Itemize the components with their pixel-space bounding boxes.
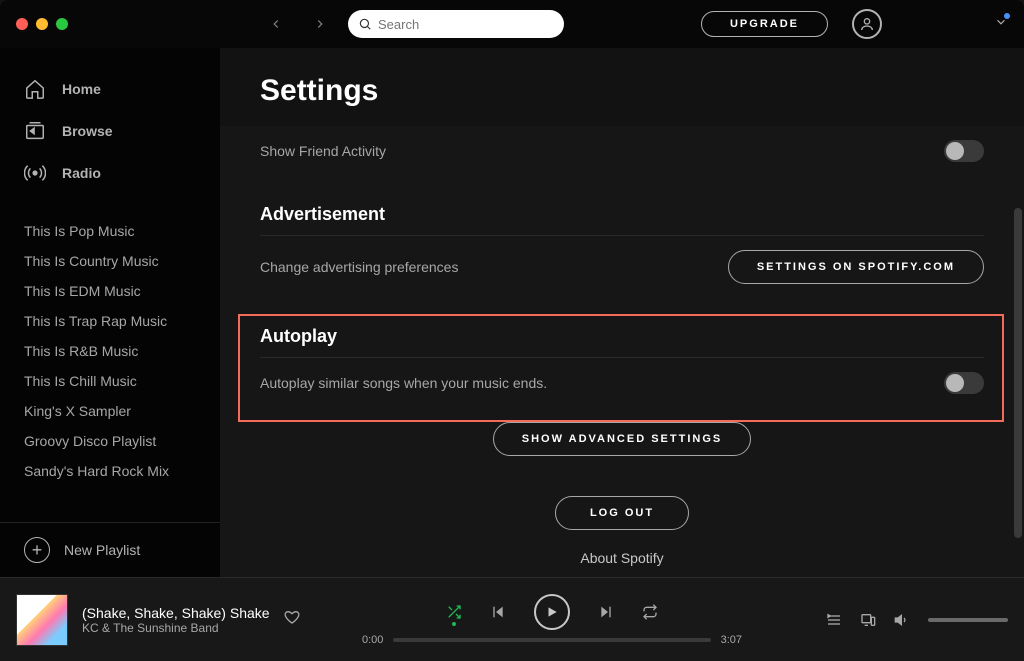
radio-icon <box>24 162 46 184</box>
devices-button[interactable] <box>860 612 876 628</box>
ad-settings-button[interactable]: SETTINGS ON SPOTIFY.COM <box>728 250 984 284</box>
next-button[interactable] <box>598 604 614 620</box>
home-icon <box>24 78 46 100</box>
progress-bar[interactable] <box>393 638 710 642</box>
user-icon <box>859 16 875 32</box>
page-title: Settings <box>220 48 1024 126</box>
queue-button[interactable] <box>826 612 842 628</box>
friend-activity-toggle[interactable] <box>944 140 984 162</box>
app-window: UPGRADE Home Browse Radio <box>0 0 1024 661</box>
queue-icon <box>826 612 842 628</box>
duration-time: 3:07 <box>721 634 742 646</box>
search-icon <box>358 17 372 31</box>
sidebar: Home Browse Radio This Is Pop Music This… <box>0 48 220 577</box>
window-minimize-button[interactable] <box>36 18 48 30</box>
back-button[interactable] <box>260 8 292 40</box>
advertisement-desc: Change advertising preferences <box>260 259 458 275</box>
forward-button[interactable] <box>304 8 336 40</box>
playlist-item[interactable]: King's X Sampler <box>24 396 196 426</box>
album-artwork[interactable] <box>16 594 68 646</box>
window-maximize-button[interactable] <box>56 18 68 30</box>
search-input[interactable] <box>378 17 554 32</box>
profile-button[interactable] <box>852 9 882 39</box>
autoplay-toggle[interactable] <box>944 372 984 394</box>
like-button[interactable] <box>284 609 300 630</box>
volume-button[interactable] <box>894 612 910 628</box>
upgrade-button[interactable]: UPGRADE <box>701 11 828 37</box>
main-content: Settings Show Friend Activity Advertisem… <box>220 48 1024 577</box>
right-controls <box>788 612 1008 628</box>
repeat-button[interactable] <box>642 604 658 620</box>
content-row: Home Browse Radio This Is Pop Music This… <box>0 48 1024 577</box>
playlist-item[interactable]: This Is R&B Music <box>24 336 196 366</box>
sidebar-label: Home <box>62 81 101 97</box>
new-playlist-label: New Playlist <box>64 542 140 558</box>
activity-button[interactable] <box>994 15 1008 34</box>
track-title[interactable]: (Shake, Shake, Shake) Shake <box>82 605 270 621</box>
new-playlist-button[interactable]: + New Playlist <box>0 523 220 577</box>
player-bar: (Shake, Shake, Shake) Shake KC & The Sun… <box>0 577 1024 661</box>
browse-icon <box>24 120 46 142</box>
playlist-item[interactable]: This Is Country Music <box>24 246 196 276</box>
advertisement-heading: Advertisement <box>260 176 984 236</box>
autoplay-heading: Autoplay <box>260 298 984 358</box>
play-icon <box>545 605 559 619</box>
playlist-item[interactable]: Sandy's Hard Rock Mix <box>24 456 196 486</box>
playlist-item[interactable]: This Is Chill Music <box>24 366 196 396</box>
playlist-list: This Is Pop Music This Is Country Music … <box>0 216 220 516</box>
shuffle-button[interactable] <box>446 604 462 620</box>
sidebar-label: Radio <box>62 165 101 181</box>
top-bar: UPGRADE <box>0 0 1024 48</box>
plus-icon: + <box>24 537 50 563</box>
playlist-item[interactable]: This Is Pop Music <box>24 216 196 246</box>
sidebar-item-home[interactable]: Home <box>12 68 208 110</box>
friend-activity-label: Show Friend Activity <box>260 143 386 159</box>
main-scrollbar[interactable] <box>1012 148 1022 548</box>
show-advanced-button[interactable]: SHOW ADVANCED SETTINGS <box>493 422 751 456</box>
about-link[interactable]: About Spotify <box>260 544 984 572</box>
playlist-item[interactable]: This Is EDM Music <box>24 276 196 306</box>
play-button[interactable] <box>534 594 570 630</box>
playlist-item[interactable]: Groovy Disco Playlist <box>24 426 196 456</box>
previous-button[interactable] <box>490 604 506 620</box>
notification-dot-icon <box>1004 13 1010 19</box>
shuffle-icon <box>446 604 462 620</box>
devices-icon <box>860 612 876 628</box>
autoplay-desc: Autoplay similar songs when your music e… <box>260 375 547 391</box>
logout-button[interactable]: LOG OUT <box>555 496 689 530</box>
now-playing: (Shake, Shake, Shake) Shake KC & The Sun… <box>16 594 316 646</box>
track-artist[interactable]: KC & The Sunshine Band <box>82 621 270 635</box>
playlist-item[interactable]: This Is Trap Rap Music <box>24 306 196 336</box>
volume-slider[interactable] <box>928 618 1008 622</box>
skip-forward-icon <box>598 604 614 620</box>
window-traffic-lights <box>16 18 68 30</box>
sidebar-item-browse[interactable]: Browse <box>12 110 208 152</box>
playback-controls: 0:00 3:07 <box>316 594 788 646</box>
volume-icon <box>894 612 910 628</box>
repeat-icon <box>642 604 658 620</box>
elapsed-time: 0:00 <box>362 634 383 646</box>
search-field[interactable] <box>348 10 564 38</box>
sidebar-item-radio[interactable]: Radio <box>12 152 208 194</box>
heart-icon <box>284 609 300 625</box>
skip-back-icon <box>490 604 506 620</box>
window-close-button[interactable] <box>16 18 28 30</box>
sidebar-label: Browse <box>62 123 113 139</box>
